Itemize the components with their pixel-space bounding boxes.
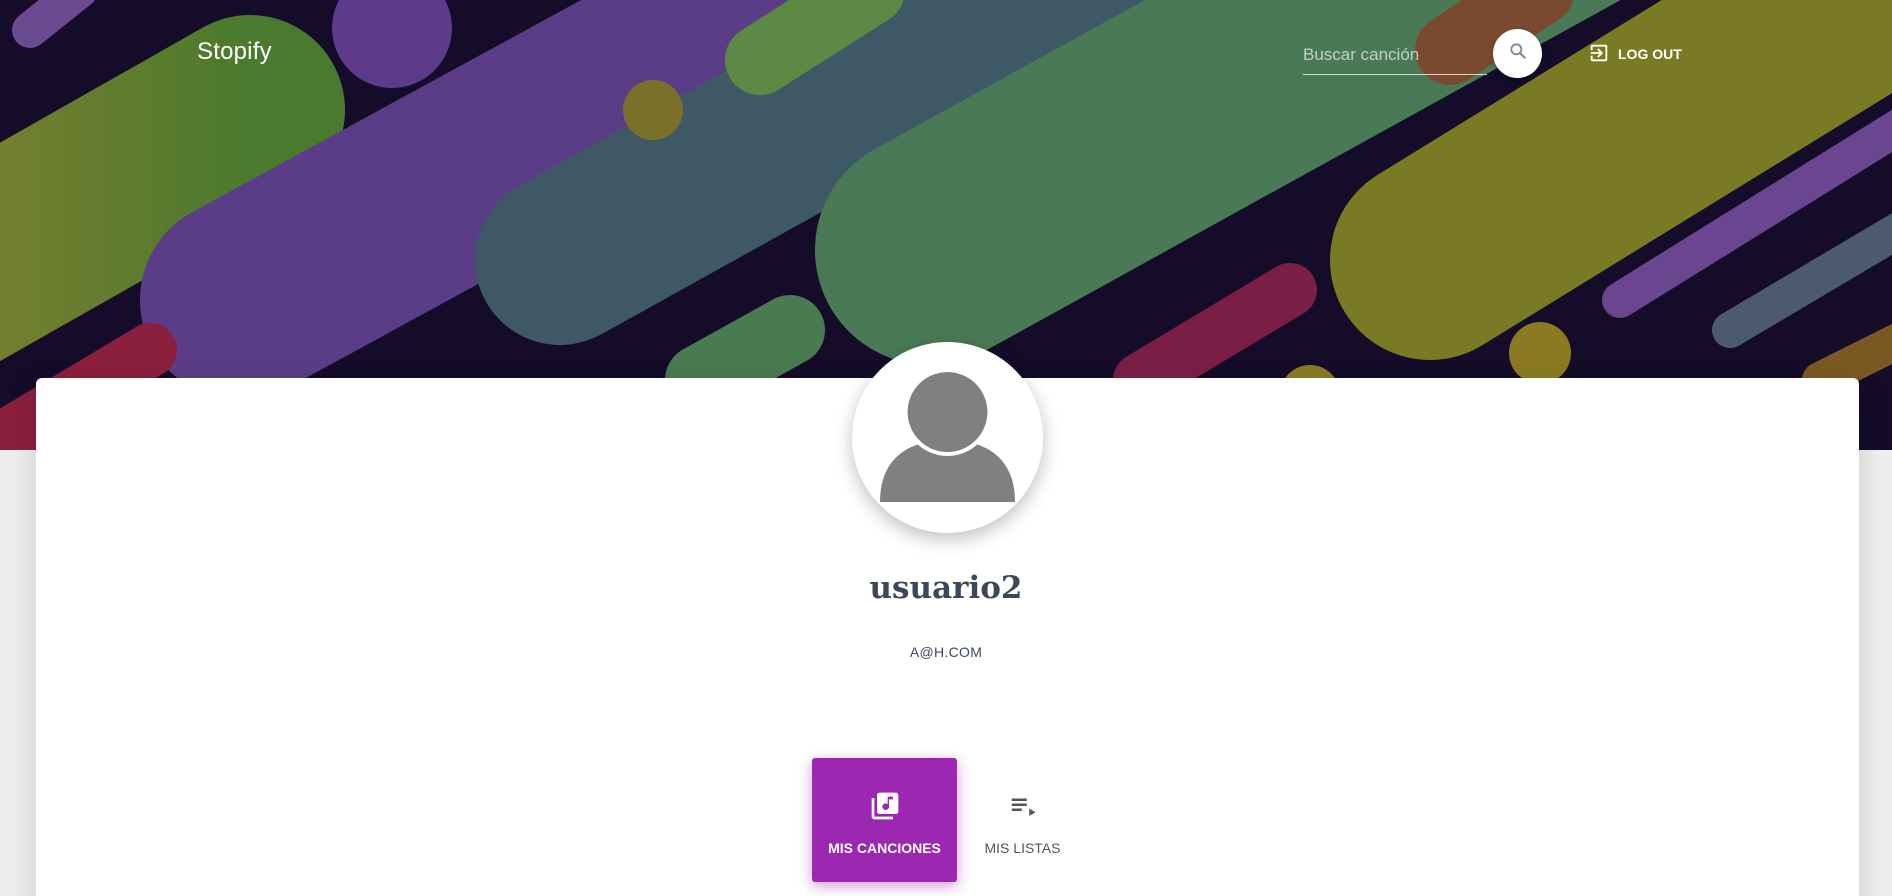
tab-label: MIS LISTAS bbox=[984, 840, 1061, 856]
profile-email: A@H.COM bbox=[909, 644, 983, 660]
profile-username: usuario2 bbox=[869, 570, 1023, 606]
tab-mis-canciones[interactable]: MIS CANCIONES bbox=[812, 758, 957, 882]
playlist-play-icon bbox=[1008, 790, 1038, 822]
logout-button[interactable]: LOG OUT bbox=[1588, 40, 1682, 68]
search-field[interactable] bbox=[1303, 38, 1487, 75]
search-icon bbox=[1508, 41, 1528, 66]
search-input[interactable] bbox=[1303, 38, 1487, 72]
top-navbar: Stopify LOG OUT bbox=[0, 0, 1892, 108]
tab-mis-listas[interactable]: MIS LISTAS bbox=[950, 758, 1095, 882]
brand-logo-text[interactable]: Stopify bbox=[197, 38, 272, 66]
search-button[interactable] bbox=[1493, 29, 1542, 78]
avatar bbox=[852, 342, 1043, 533]
logout-label: LOG OUT bbox=[1618, 46, 1682, 62]
tab-label: MIS CANCIONES bbox=[828, 840, 941, 856]
library-music-icon bbox=[869, 790, 901, 822]
exit-to-app-icon bbox=[1588, 42, 1610, 67]
profile-page: Stopify LOG OUT bbox=[0, 0, 1892, 896]
